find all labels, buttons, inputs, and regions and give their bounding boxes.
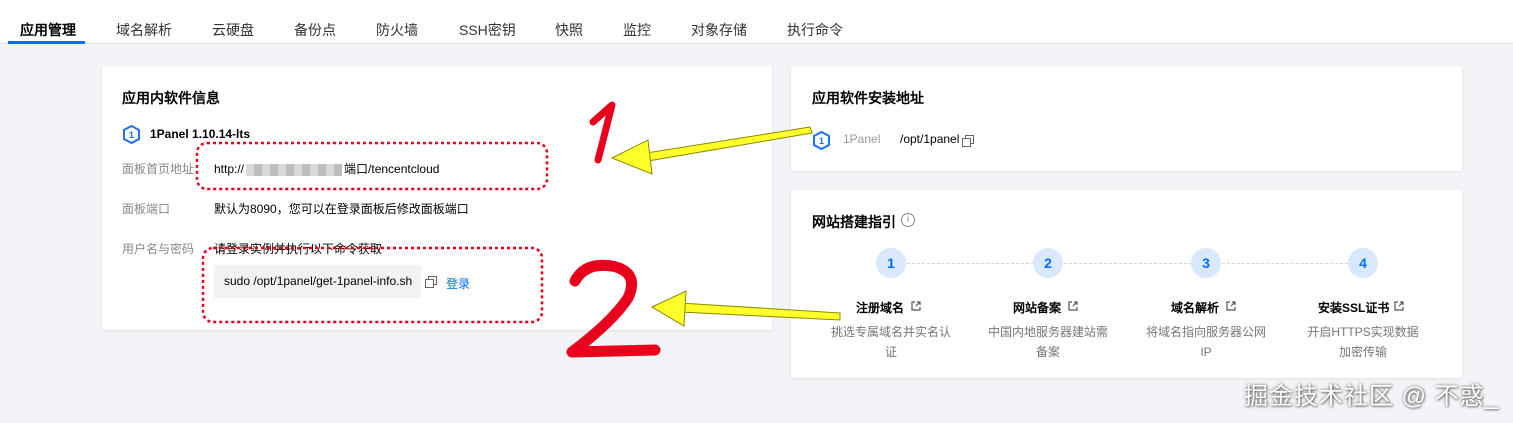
step-4-title[interactable]: 安装SSL证书 (1318, 299, 1389, 316)
tab-cloud-disk[interactable]: 云硬盘 (212, 20, 254, 40)
app-name: 1Panel 1.10.14-lts (150, 127, 251, 141)
info-icon[interactable]: i (901, 213, 915, 227)
tab-firewall[interactable]: 防火墙 (376, 20, 418, 40)
external-link-icon[interactable] (1226, 301, 1236, 311)
step-1-desc: 挑选专属域名并实名认证 (831, 325, 952, 359)
website-guide-title: 网站搭建指引 (812, 214, 896, 230)
svg-text:1: 1 (819, 136, 824, 146)
tab-monitoring[interactable]: 监控 (623, 20, 651, 40)
panel-url-prefix: http:// (214, 162, 245, 176)
credentials-hint: 请登录实例并执行以下命令获取 (214, 242, 383, 256)
login-link[interactable]: 登录 (446, 275, 470, 292)
blurred-ip (246, 163, 343, 176)
step-connector-2 (1064, 263, 1192, 264)
panel-port-value: 默认为8090，您可以在登录面板后修改面板端口 (214, 202, 469, 216)
step-connector-3 (1222, 263, 1348, 264)
external-link-icon[interactable] (1394, 301, 1404, 311)
step-3-desc: 将域名指向服务器公网IP (1146, 325, 1267, 359)
svg-text:1: 1 (129, 130, 134, 140)
step-4-desc: 开启HTTPS实现数据加密传输 (1307, 325, 1419, 359)
panel-url-value[interactable]: http:// 端口/tencentcloud (214, 160, 439, 177)
step-2-title[interactable]: 网站备案 (1013, 299, 1061, 316)
copy-path-icon[interactable] (962, 135, 974, 147)
step-2-circle: 2 (1033, 248, 1063, 278)
tab-ssh-keys[interactable]: SSH密钥 (459, 20, 516, 40)
tab-object-storage[interactable]: 对象存储 (691, 20, 747, 40)
tab-domain-resolution[interactable]: 域名解析 (116, 20, 172, 40)
app-software-info-title: 应用内软件信息 (122, 90, 220, 106)
install-address-title: 应用软件安装地址 (812, 90, 924, 106)
1panel-logo-icon: 1 (123, 125, 140, 144)
install-address-card (791, 66, 1462, 171)
tab-snapshot[interactable]: 快照 (555, 20, 583, 40)
tab-app-management[interactable]: 应用管理 (20, 20, 76, 40)
step-1-circle: 1 (876, 248, 906, 278)
install-app-name: 1Panel (843, 132, 881, 146)
step-3-circle: 3 (1191, 248, 1221, 278)
command-text[interactable]: sudo /opt/1panel/get-1panel-info.sh (224, 274, 412, 288)
panel-url-label: 面板首页地址 (122, 162, 195, 176)
tab-backup[interactable]: 备份点 (294, 20, 336, 40)
tab-bar: 应用管理 域名解析 云硬盘 备份点 防火墙 SSH密钥 快照 监控 对象存储 执… (0, 0, 1513, 44)
1panel-small-logo-icon: 1 (813, 131, 830, 150)
command-box: sudo /opt/1panel/get-1panel-info.sh (214, 265, 421, 298)
step-3-title[interactable]: 域名解析 (1171, 299, 1219, 316)
external-link-icon[interactable] (1068, 301, 1078, 311)
step-4-circle: 4 (1348, 248, 1378, 278)
install-path: /opt/1panel (900, 132, 960, 146)
copy-icon[interactable] (425, 276, 437, 288)
step-connector-1 (907, 263, 1034, 264)
credentials-label: 用户名与密码 (122, 242, 195, 256)
step-1-title[interactable]: 注册域名 (856, 299, 904, 316)
step-2-desc: 中国内地服务器建站需备案 (988, 325, 1109, 359)
active-tab-indicator (8, 41, 85, 44)
panel-port-label: 面板端口 (122, 202, 171, 216)
panel-url-suffix: 端口/tencentcloud (344, 162, 440, 176)
watermark: 掘金技术社区 @ 不惑_ (1243, 383, 1499, 410)
external-link-icon[interactable] (911, 301, 921, 311)
tab-run-command[interactable]: 执行命令 (787, 20, 843, 40)
